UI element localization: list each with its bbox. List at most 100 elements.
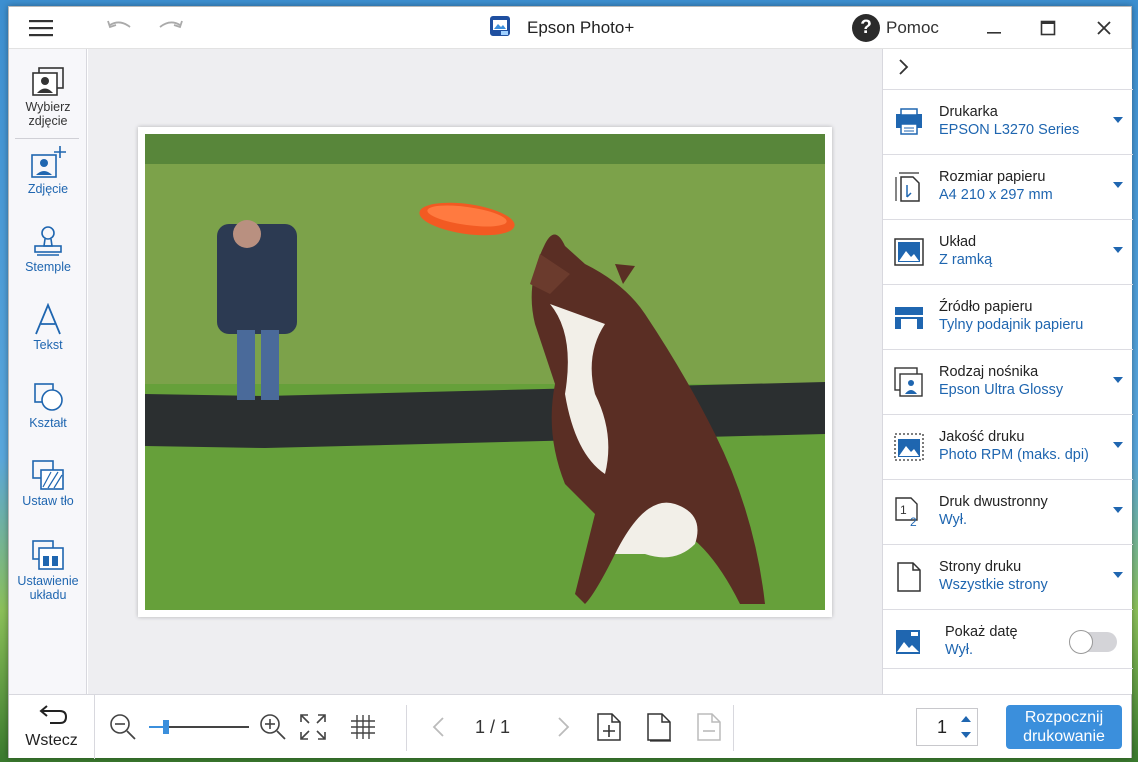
minimize-icon[interactable] (979, 7, 1009, 49)
stepper-up-icon[interactable] (961, 716, 971, 722)
stepper-down-icon[interactable] (961, 732, 971, 738)
dropdown-arrow-icon (1113, 507, 1123, 513)
chevron-right-icon[interactable] (893, 57, 913, 77)
setting-value: Tylny podajnik papieru (939, 317, 1084, 333)
back-arrow-icon (36, 704, 68, 730)
title-area: Epson Photo+ (489, 7, 634, 49)
setting-layout[interactable]: Układ Z ramką (883, 219, 1133, 283)
setting-label: Strony druku (939, 559, 1022, 575)
media-type-icon (893, 366, 925, 398)
setting-value: A4 210 x 297 mm (939, 187, 1053, 203)
sidebar-item-label: Wybierz zdjęcie (25, 100, 71, 128)
layout-border-icon (893, 236, 925, 268)
background-icon (31, 457, 65, 491)
paper-preview (138, 127, 832, 617)
undo-icon[interactable] (105, 7, 135, 49)
sidebar-item-label: Stemple (25, 260, 71, 274)
stamp-icon (32, 223, 64, 257)
setting-value: Wył. (945, 642, 974, 658)
show-date-toggle[interactable] (1069, 630, 1117, 654)
setting-value: EPSON L3270 Series (939, 122, 1080, 138)
print-settings-panel: Drukarka EPSON L3270 Series Rozmiar papi… (882, 49, 1133, 694)
paper-size-icon (893, 171, 925, 203)
setting-value: Wszystkie strony (939, 577, 1048, 593)
text-icon (33, 301, 63, 335)
setting-label: Drukarka (939, 104, 998, 120)
copies-stepper[interactable]: 1 (916, 708, 978, 746)
sidebar-item-stamps[interactable]: Stemple (9, 223, 87, 274)
setting-label: Rozmiar papieru (939, 169, 1046, 185)
close-icon[interactable] (1089, 7, 1119, 49)
setting-print-quality[interactable]: Jakość druku Photo RPM (maks. dpi) (883, 414, 1133, 478)
sidebar-item-shape[interactable]: Kształt (9, 379, 87, 430)
fit-screen-icon[interactable] (297, 711, 329, 743)
paper-source-icon (893, 301, 925, 333)
setting-duplex[interactable]: 12 Druk dwustronny Wył. (883, 479, 1133, 543)
next-page-icon[interactable] (547, 711, 579, 743)
setting-label: Rodzaj nośnika (939, 364, 1039, 380)
title-bar: Epson Photo+ ? Pomoc (9, 7, 1131, 49)
duplicate-page-icon[interactable] (643, 711, 675, 743)
zoom-slider[interactable] (149, 720, 249, 734)
redo-icon[interactable] (155, 7, 185, 49)
app-window: Epson Photo+ ? Pomoc Wybierz zdjęcie Zdj… (8, 6, 1133, 759)
menu-icon[interactable] (23, 7, 59, 49)
grid-icon[interactable] (347, 711, 379, 743)
maximize-icon[interactable] (1033, 7, 1063, 49)
setting-media-type[interactable]: Rodzaj nośnika Epson Ultra Glossy (883, 349, 1133, 413)
sidebar-item-text[interactable]: Tekst (9, 301, 87, 352)
sidebar-item-label: Kształt (29, 416, 67, 430)
setting-label: Pokaż datę (945, 624, 1018, 640)
svg-text:1: 1 (900, 503, 907, 517)
dropdown-arrow-icon (1113, 572, 1123, 578)
sidebar-item-background[interactable]: Ustaw tło (9, 457, 87, 508)
sidebar-item-label: Tekst (33, 338, 63, 352)
back-label: Wstecz (25, 731, 78, 749)
photo-preview[interactable] (145, 134, 825, 610)
sidebar-item-label: Ustawienie układu (17, 574, 79, 602)
setting-value: Wył. (939, 512, 968, 528)
select-photo-icon (31, 63, 65, 97)
sidebar-divider (15, 138, 79, 139)
setting-printer[interactable]: Drukarka EPSON L3270 Series (883, 89, 1133, 153)
setting-value: Epson Ultra Glossy (939, 382, 1064, 398)
add-photo-icon (30, 145, 66, 179)
setting-pages[interactable]: Strony druku Wszystkie strony (883, 544, 1133, 608)
toolbar-divider (406, 705, 407, 751)
print-quality-icon (893, 431, 925, 463)
preview-canvas (88, 49, 882, 694)
printer-icon (893, 106, 925, 138)
previous-page-icon[interactable] (423, 711, 455, 743)
copies-value: 1 (937, 717, 948, 737)
svg-text:2: 2 (910, 515, 917, 528)
sidebar-item-select-photo[interactable]: Wybierz zdjęcie (9, 63, 87, 128)
setting-label: Układ (939, 234, 977, 250)
dropdown-arrow-icon (1113, 442, 1123, 448)
page-indicator: 1 / 1 (475, 717, 511, 737)
help-button[interactable]: ? Pomoc (852, 13, 939, 43)
zoom-out-icon[interactable] (107, 711, 139, 743)
delete-page-icon[interactable] (693, 711, 725, 743)
sidebar-item-label: Ustaw tło (22, 494, 74, 508)
setting-label: Jakość druku (939, 429, 1025, 445)
start-printing-button[interactable]: Rozpocznij drukowanie (1006, 705, 1122, 749)
app-logo-icon (489, 15, 511, 42)
window-title: Epson Photo+ (527, 18, 635, 37)
help-icon: ? (852, 14, 880, 42)
toggle-knob (1069, 630, 1093, 654)
back-button[interactable]: Wstecz (9, 695, 95, 759)
add-page-icon[interactable] (593, 711, 625, 743)
sidebar-item-layout[interactable]: Ustawienie układu (9, 537, 87, 602)
setting-paper-size[interactable]: Rozmiar papieru A4 210 x 297 mm (883, 154, 1133, 218)
setting-paper-source[interactable]: Źródło papieru Tylny podajnik papieru (883, 284, 1133, 348)
zoom-slider-handle[interactable] (163, 720, 169, 734)
setting-label: Druk dwustronny (939, 494, 1048, 510)
bottom-toolbar: Wstecz 1 / 1 1 Rozpocznij drukowanie (9, 694, 1131, 759)
sidebar-item-label: Zdjęcie (27, 182, 69, 196)
dropdown-arrow-icon (1113, 182, 1123, 188)
sidebar-item-photo[interactable]: Zdjęcie (9, 145, 87, 196)
setting-label: Źródło papieru (939, 299, 1033, 315)
dropdown-arrow-icon (1113, 247, 1123, 253)
dropdown-arrow-icon (1113, 117, 1123, 123)
zoom-in-icon[interactable] (257, 711, 289, 743)
